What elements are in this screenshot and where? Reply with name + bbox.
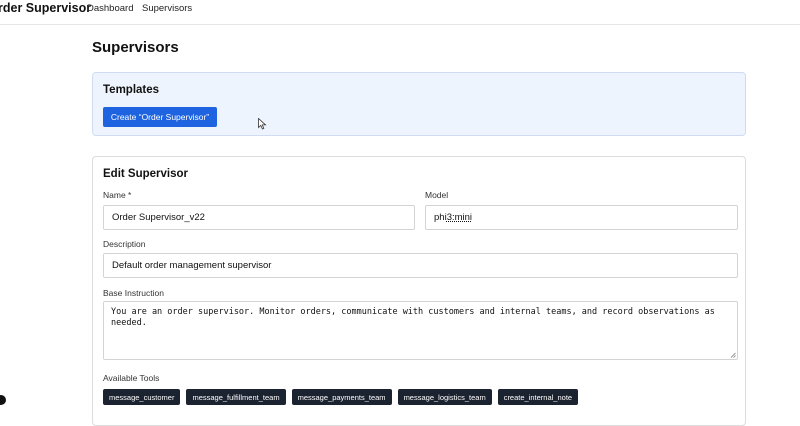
edit-heading: Edit Supervisor (103, 168, 188, 180)
tool-create-internal-note[interactable]: create_internal_note (497, 389, 579, 405)
model-value-rest: 3:mini (446, 212, 473, 223)
name-input[interactable] (103, 205, 415, 230)
model-label: Model (425, 190, 449, 200)
base-instruction-label: Base Instruction (103, 288, 164, 298)
tool-message-logistics-team[interactable]: message_logistics_team (397, 389, 492, 405)
base-instruction-textarea[interactable]: You are an order supervisor. Monitor ord… (103, 301, 738, 360)
floating-indicator (0, 395, 6, 405)
model-input[interactable]: phi 3:mini (425, 205, 738, 230)
tool-message-fulfillment-team[interactable]: message_fulfillment_team (186, 389, 286, 405)
edit-supervisor-form: Edit Supervisor Name * Model phi3:mini D… (92, 156, 746, 426)
resize-grip-icon[interactable] (730, 352, 736, 358)
nav-dashboard[interactable]: Dashboard (87, 3, 133, 14)
top-navbar: rder Supervisor Dashboard Supervisors (0, 0, 800, 25)
mouse-pointer-icon (258, 118, 267, 130)
app-brand[interactable]: rder Supervisor (0, 1, 91, 15)
templates-panel: Templates Create “Order Supervisor” (92, 72, 746, 136)
page-title: Supervisors (92, 39, 179, 56)
tools-list: message_customer message_fulfillment_tea… (103, 389, 579, 405)
name-label: Name * (103, 190, 132, 200)
description-label: Description (103, 239, 146, 249)
description-input[interactable] (103, 253, 738, 278)
nav-supervisors[interactable]: Supervisors (142, 3, 192, 14)
available-tools-label: Available Tools (103, 373, 160, 383)
tool-message-customer[interactable]: message_customer (103, 389, 181, 405)
model-value-prefix: phi (434, 212, 447, 223)
create-order-supervisor-button[interactable]: Create “Order Supervisor” (103, 107, 217, 127)
tool-message-payments-team[interactable]: message_payments_team (291, 389, 392, 405)
templates-heading: Templates (103, 84, 160, 96)
